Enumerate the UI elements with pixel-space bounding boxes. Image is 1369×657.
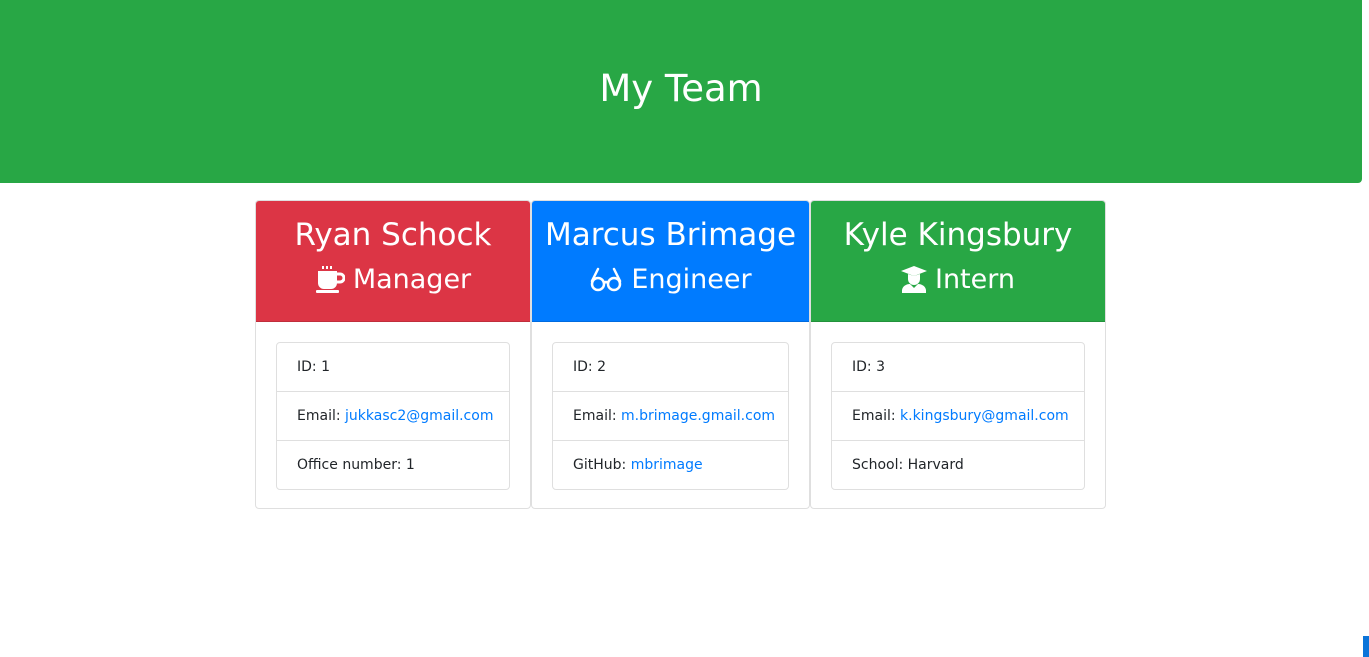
email-item: Email: jukkasc2@gmail.com bbox=[277, 392, 509, 441]
page-header: My Team bbox=[0, 0, 1362, 183]
id-item: ID: 2 bbox=[553, 343, 788, 392]
employee-card-intern: Kyle Kingsbury Intern ID: 3 Email: k.kin… bbox=[810, 200, 1106, 509]
card-header: Marcus Brimage Engineer bbox=[532, 201, 809, 322]
card-body: ID: 3 Email: k.kingsbury@gmail.com Schoo… bbox=[811, 322, 1105, 508]
scrollbar[interactable] bbox=[1362, 0, 1369, 657]
github-item: GitHub: mbrimage bbox=[553, 441, 788, 489]
office-number-item: Office number: 1 bbox=[297, 457, 415, 473]
employee-card-engineer: Marcus Brimage Engineer ID: 2 Email: m.b… bbox=[531, 200, 810, 509]
email-item: Email: k.kingsbury@gmail.com bbox=[832, 392, 1084, 441]
email-link[interactable]: k.kingsbury@gmail.com bbox=[900, 408, 1069, 424]
card-header: Kyle Kingsbury Intern bbox=[811, 201, 1105, 322]
scrollbar-thumb[interactable] bbox=[1363, 636, 1369, 657]
employee-name: Kyle Kingsbury bbox=[843, 217, 1073, 253]
employee-role: Intern bbox=[811, 262, 1105, 298]
card-header: Ryan Schock Manager bbox=[256, 201, 530, 322]
card-body: ID: 1 Email: jukkasc2@gmail.com Office n… bbox=[256, 322, 530, 508]
glasses-icon bbox=[589, 267, 623, 293]
page-title: My Team bbox=[599, 67, 763, 110]
email-label: Email: bbox=[852, 408, 901, 424]
info-list: ID: 2 Email: m.brimage.gmail.com GitHub:… bbox=[552, 342, 789, 490]
id-item: ID: 1 bbox=[277, 343, 509, 392]
role-label: Intern bbox=[934, 264, 1015, 295]
coffee-icon bbox=[315, 266, 345, 294]
employee-name: Marcus Brimage bbox=[544, 217, 797, 253]
employee-role: Manager bbox=[256, 262, 530, 298]
graduate-icon bbox=[900, 266, 927, 294]
info-list: ID: 1 Email: jukkasc2@gmail.com Office n… bbox=[276, 342, 510, 490]
school-item: School: Harvard bbox=[852, 457, 964, 473]
github-link[interactable]: mbrimage bbox=[631, 457, 703, 473]
email-item: Email: m.brimage.gmail.com bbox=[553, 392, 788, 441]
github-label: GitHub: bbox=[573, 457, 631, 473]
id-item: ID: 3 bbox=[832, 343, 1084, 392]
info-list: ID: 3 Email: k.kingsbury@gmail.com Schoo… bbox=[831, 342, 1085, 490]
email-link[interactable]: m.brimage.gmail.com bbox=[621, 408, 775, 424]
role-label: Engineer bbox=[631, 264, 752, 295]
card-body: ID: 2 Email: m.brimage.gmail.com GitHub:… bbox=[532, 322, 809, 508]
employee-role: Engineer bbox=[532, 262, 809, 298]
role-label: Manager bbox=[352, 264, 472, 295]
email-label: Email: bbox=[297, 408, 346, 424]
employee-name: Ryan Schock bbox=[294, 217, 492, 253]
employee-card-manager: Ryan Schock Manager ID: 1 Email: jukkasc… bbox=[255, 200, 531, 509]
email-label: Email: bbox=[573, 408, 622, 424]
email-link[interactable]: jukkasc2@gmail.com bbox=[345, 408, 493, 424]
